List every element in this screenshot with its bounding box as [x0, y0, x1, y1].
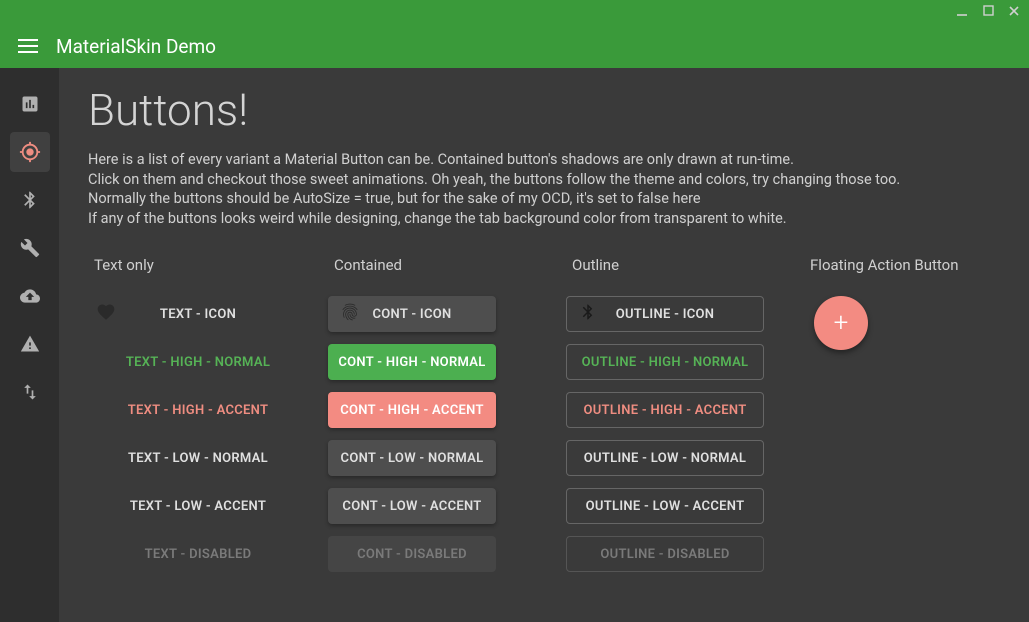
sidebar-item-wrench[interactable]: [10, 228, 50, 268]
page-desc-line: Normally the buttons should be AutoSize …: [88, 189, 1001, 209]
contained-button-label: CONT - LOW - NORMAL: [341, 451, 484, 466]
maximize-button[interactable]: [981, 5, 995, 19]
col-header-fab: Floating Action Button: [804, 256, 1001, 274]
heart-icon: [96, 302, 116, 326]
outline-button-label: OUTLINE - ICON: [616, 307, 715, 322]
text-button-label: TEXT - ICON: [160, 307, 236, 322]
outline-button-disabled: OUTLINE - DISABLED: [566, 536, 764, 572]
minimize-button[interactable]: [955, 5, 969, 20]
appbar: MaterialSkin Demo: [0, 24, 1029, 68]
text-button-label: TEXT - HIGH - ACCENT: [128, 403, 269, 418]
contained-button-high-accent[interactable]: CONT - HIGH - ACCENT: [328, 392, 496, 428]
outline-button-label: OUTLINE - DISABLED: [600, 547, 729, 562]
content-area: Buttons! Here is a list of every variant…: [60, 68, 1029, 622]
contained-button-high-normal[interactable]: CONT - HIGH - NORMAL: [328, 344, 496, 380]
outline-button-label: OUTLINE - HIGH - NORMAL: [582, 355, 749, 370]
outline-button-high-accent[interactable]: OUTLINE - HIGH - ACCENT: [566, 392, 764, 428]
outline-button-label: OUTLINE - LOW - ACCENT: [586, 499, 745, 514]
contained-button-label: CONT - HIGH - NORMAL: [338, 355, 485, 370]
col-header-text: Text only: [88, 256, 308, 274]
contained-button-label: CONT - DISABLED: [357, 547, 467, 562]
bluetooth-icon: [579, 303, 597, 325]
page-title: Buttons!: [88, 84, 1001, 136]
outline-button-label: OUTLINE - LOW - NORMAL: [584, 451, 746, 466]
text-button-label: TEXT - LOW - NORMAL: [128, 451, 268, 466]
hamburger-menu-button[interactable]: [18, 38, 38, 54]
app-title: MaterialSkin Demo: [56, 35, 216, 58]
page-desc-line: If any of the buttons looks weird while …: [88, 209, 1001, 229]
outline-button-icon[interactable]: OUTLINE - ICON: [566, 296, 764, 332]
contained-button-icon[interactable]: CONT - ICON: [328, 296, 496, 332]
fab-add-button[interactable]: +: [814, 296, 868, 350]
text-button-label: TEXT - HIGH - NORMAL: [126, 355, 270, 370]
text-button-label: TEXT - DISABLED: [145, 547, 252, 562]
text-button-low-normal[interactable]: TEXT - LOW - NORMAL: [88, 440, 308, 476]
text-button-high-accent[interactable]: TEXT - HIGH - ACCENT: [88, 392, 308, 428]
column-contained: Contained CONT - ICON CONT - HIGH - NORM…: [328, 256, 546, 584]
column-fab: Floating Action Button +: [804, 256, 1001, 584]
fingerprint-icon: [340, 302, 360, 326]
close-button[interactable]: [1007, 5, 1021, 20]
outline-button-label: OUTLINE - HIGH - ACCENT: [583, 403, 746, 418]
outline-button-low-accent[interactable]: OUTLINE - LOW - ACCENT: [566, 488, 764, 524]
contained-button-label: CONT - HIGH - ACCENT: [340, 403, 484, 418]
sidebar-item-cloud-upload[interactable]: [10, 276, 50, 316]
contained-button-label: CONT - ICON: [372, 307, 451, 322]
text-button-low-accent[interactable]: TEXT - LOW - ACCENT: [88, 488, 308, 524]
page-desc-line: Here is a list of every variant a Materi…: [88, 150, 1001, 170]
contained-button-disabled: CONT - DISABLED: [328, 536, 496, 572]
text-button-icon[interactable]: TEXT - ICON: [88, 296, 308, 332]
plus-icon: +: [834, 310, 849, 336]
outline-button-high-normal[interactable]: OUTLINE - HIGH - NORMAL: [566, 344, 764, 380]
text-button-disabled: TEXT - DISABLED: [88, 536, 308, 572]
sidebar: [0, 68, 60, 622]
sidebar-item-swap[interactable]: [10, 372, 50, 412]
page-desc-line: Click on them and checkout those sweet a…: [88, 170, 1001, 190]
sidebar-item-bluetooth[interactable]: [10, 180, 50, 220]
sidebar-item-warning[interactable]: [10, 324, 50, 364]
outline-button-low-normal[interactable]: OUTLINE - LOW - NORMAL: [566, 440, 764, 476]
col-header-outline: Outline: [566, 256, 784, 274]
col-header-contained: Contained: [328, 256, 546, 274]
text-button-label: TEXT - LOW - ACCENT: [130, 499, 266, 514]
contained-button-low-accent[interactable]: CONT - LOW - ACCENT: [328, 488, 496, 524]
column-outline: Outline OUTLINE - ICON OUTLINE - HIGH - …: [566, 256, 784, 584]
sidebar-item-target[interactable]: [10, 132, 50, 172]
titlebar: [0, 0, 1029, 24]
contained-button-label: CONT - LOW - ACCENT: [342, 499, 481, 514]
page-description: Here is a list of every variant a Materi…: [88, 150, 1001, 228]
column-text-only: Text only TEXT - ICON TEXT - HIGH - NORM…: [88, 256, 308, 584]
sidebar-item-chart[interactable]: [10, 84, 50, 124]
text-button-high-normal[interactable]: TEXT - HIGH - NORMAL: [88, 344, 308, 380]
contained-button-low-normal[interactable]: CONT - LOW - NORMAL: [328, 440, 496, 476]
